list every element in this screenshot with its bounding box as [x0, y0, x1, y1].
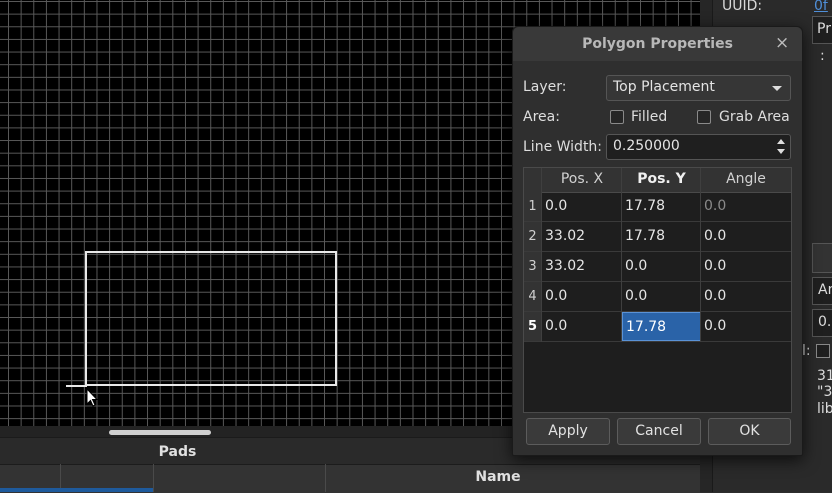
uuid-link[interactable]: 0f — [814, 0, 828, 14]
line-width-value: 0.250000 — [613, 138, 680, 154]
panel-text: 31 — [817, 368, 832, 384]
angle-cell[interactable]: 0.0 — [701, 252, 791, 281]
angle-column-header[interactable]: Angle — [701, 171, 791, 187]
vertices-table[interactable]: Pos. X Pos. Y Angle 1 0.0 17.78 0.0 2 33… — [523, 167, 792, 413]
layer-select[interactable]: Top Placement — [606, 75, 791, 101]
column-divider[interactable] — [153, 464, 154, 492]
panel-text: "3 — [817, 384, 832, 400]
apply-button[interactable]: Apply — [526, 418, 610, 445]
vertices-table-header: Pos. X Pos. Y Angle — [524, 168, 791, 193]
column-divider — [541, 168, 542, 342]
row-number[interactable]: 3 — [524, 252, 541, 281]
pads-name-column-header[interactable]: Name — [326, 469, 670, 485]
grab-area-label[interactable]: Grab Area — [719, 109, 790, 125]
table-row[interactable]: 5 0.0 17.78 0.0 — [524, 312, 791, 342]
angle-cell[interactable]: 0.0 — [701, 222, 791, 251]
polygon-properties-dialog: Polygon Properties × Layer: Top Placemen… — [512, 26, 803, 456]
panel-field[interactable]: An — [812, 277, 832, 305]
ok-button[interactable]: OK — [708, 418, 791, 445]
spin-down-icon[interactable] — [777, 149, 785, 154]
chevron-down-icon — [772, 86, 782, 91]
uuid-label: UUID: — [722, 0, 763, 14]
column-divider — [621, 168, 622, 342]
column-divider — [700, 168, 701, 342]
pos-y-cell[interactable]: 17.78 — [622, 192, 701, 221]
panel-field[interactable]: Pr — [812, 16, 832, 44]
filled-checkbox[interactable] — [610, 110, 624, 124]
pos-y-cell[interactable]: 0.0 — [622, 282, 701, 311]
table-row[interactable]: 3 33.02 0.0 0.0 — [524, 252, 791, 282]
pos-y-column-header[interactable]: Pos. Y — [622, 171, 701, 187]
panel-text: lib — [817, 401, 832, 417]
polygon-segment — [66, 385, 87, 387]
panel-label: l: — [802, 343, 811, 359]
polygon-outline[interactable] — [85, 251, 337, 386]
filled-label[interactable]: Filled — [631, 109, 667, 125]
line-width-label: Line Width: — [523, 139, 603, 155]
layer-select-value: Top Placement — [613, 79, 715, 95]
area-label: Area: — [523, 109, 560, 125]
dialog-title: Polygon Properties — [582, 36, 733, 52]
cancel-button[interactable]: Cancel — [617, 418, 701, 445]
pos-x-cell[interactable]: 0.0 — [542, 192, 622, 221]
row-number[interactable]: 1 — [524, 192, 541, 221]
line-width-spinbox[interactable]: 0.250000 — [606, 134, 791, 160]
table-row[interactable]: 2 33.02 17.78 0.0 — [524, 222, 791, 252]
pos-x-cell[interactable]: 33.02 — [542, 222, 622, 251]
pos-x-cell[interactable]: 0.0 — [542, 312, 622, 341]
panel-label: : — [820, 48, 825, 64]
grab-area-checkbox[interactable] — [697, 110, 711, 124]
angle-cell[interactable]: 0.0 — [701, 192, 791, 221]
pos-x-cell[interactable]: 33.02 — [542, 252, 622, 281]
row-number[interactable]: 5 — [524, 312, 541, 341]
row-number[interactable]: 2 — [524, 222, 541, 251]
table-row[interactable]: 4 0.0 0.0 0.0 — [524, 282, 791, 312]
angle-cell[interactable]: 0.0 — [701, 312, 791, 341]
pos-y-cell[interactable]: 0.0 — [622, 252, 701, 281]
pos-y-cell-selected[interactable]: 17.78 — [622, 312, 701, 341]
panel-field[interactable]: 0. — [812, 309, 832, 337]
scrollbar-thumb[interactable] — [109, 430, 211, 435]
angle-cell[interactable]: 0.0 — [701, 282, 791, 311]
layer-label: Layer: — [523, 79, 567, 95]
pads-dock-title: Pads — [158, 444, 197, 460]
pos-x-cell[interactable]: 0.0 — [542, 282, 622, 311]
close-icon[interactable]: × — [775, 33, 789, 53]
row-number[interactable]: 4 — [524, 282, 541, 311]
table-row[interactable]: 1 0.0 17.78 0.0 — [524, 192, 791, 222]
pos-y-cell[interactable]: 17.78 — [622, 222, 701, 251]
spin-up-icon[interactable] — [777, 139, 785, 144]
mouse-cursor-icon — [86, 388, 98, 407]
pads-selected-row[interactable] — [0, 488, 153, 492]
panel-checkbox[interactable] — [816, 344, 830, 358]
pos-x-column-header[interactable]: Pos. X — [542, 171, 622, 187]
panel-button[interactable] — [812, 243, 832, 273]
